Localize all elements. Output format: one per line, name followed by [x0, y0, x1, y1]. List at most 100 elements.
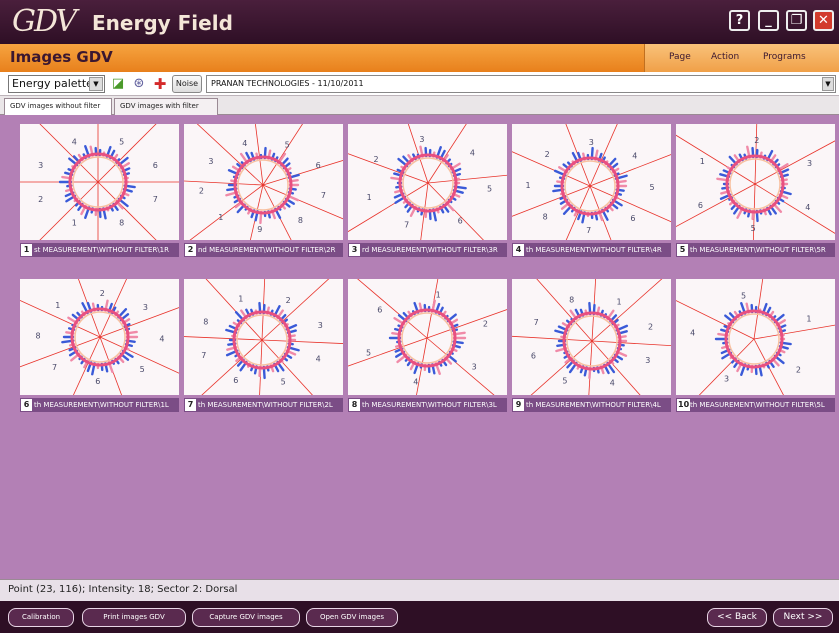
print-images-button[interactable]: Print images GDV	[82, 608, 186, 627]
capture-images-button[interactable]: Capture GDV images	[192, 608, 300, 627]
sector-number: 1	[525, 181, 530, 190]
noise-button[interactable]: Noise	[172, 75, 202, 93]
gdv-glow-image[interactable]: 1 2 3 4 5 6 7 8	[20, 279, 179, 395]
title-bar: GDV Energy Field ? _ ❐ ✕	[0, 0, 839, 44]
sector-number: 5	[366, 349, 371, 358]
sector-number: 5	[649, 183, 654, 192]
sector-number: 6	[153, 161, 158, 170]
sector-line	[184, 336, 263, 341]
help-button[interactable]: ?	[729, 10, 750, 31]
sector-number: 4	[72, 137, 77, 146]
close-button[interactable]: ✕	[813, 10, 834, 31]
gdv-image-card[interactable]: 1 2 3 4 5 th MEASUREMENT\WITHOUT FILTER\5L 10	[676, 279, 835, 415]
sector-number: 7	[201, 351, 206, 360]
sector-number: 8	[35, 331, 40, 340]
gdv-glow-image[interactable]: 1 2 3 4 5 6 7 8 9	[184, 124, 343, 240]
sector-line	[426, 337, 495, 395]
sector-line	[201, 339, 263, 395]
sector-number: 3	[318, 321, 323, 330]
sector-line	[591, 279, 663, 342]
sector-number: 2	[796, 366, 801, 375]
tab-strip: GDV images without filter GDV images wit…	[0, 96, 839, 115]
sector-line	[261, 279, 330, 341]
image-number: 2	[185, 244, 196, 256]
sector-number: 5	[140, 365, 145, 374]
sector-number: 8	[203, 317, 208, 326]
sector-line	[348, 182, 429, 233]
gdv-glow-image[interactable]: 1 2 3 4 5 6 7 8	[512, 124, 671, 240]
gdv-glow-image[interactable]: 1 2 3 4 5 6 7 8	[512, 279, 671, 395]
calibration-button[interactable]: Calibration	[8, 608, 74, 627]
minimize-button[interactable]: _	[758, 10, 779, 31]
gdv-glow-image[interactable]: 1 2 3 4 5 6 7 8	[20, 124, 179, 240]
gdv-image-card[interactable]: 1 2 3 4 5 6 7 8 9 nd MEASUREMENT\WITHOUT FILTER\2…	[184, 124, 343, 260]
sector-number: 3	[645, 356, 650, 365]
back-button[interactable]: << Back	[707, 608, 767, 627]
chevron-down-icon[interactable]: ▼	[89, 77, 103, 91]
gdv-glow-image[interactable]: 1 2 3 4 5 6	[676, 124, 835, 240]
image-number: 1	[21, 244, 32, 256]
sector-line	[427, 182, 484, 240]
sector-number: 3	[724, 374, 729, 383]
image-number: 6	[21, 399, 32, 411]
sector-number: 3	[208, 157, 213, 166]
gdv-glow-image[interactable]: 1 2 3 4 5 6 7 8	[184, 279, 343, 395]
sector-number: 4	[413, 377, 418, 386]
gdv-image-card[interactable]: 1 2 3 4 5 6 7 8 th MEASUREMENT\WITHOUT FILTER\1L…	[20, 279, 179, 415]
gdv-glow-image[interactable]: 1 2 3 4 5 6	[348, 279, 507, 395]
crosshair-icon[interactable]: ✚	[151, 75, 169, 93]
sector-number: 5	[562, 377, 567, 386]
sector-number: 2	[754, 136, 759, 145]
sector-number: 2	[483, 319, 488, 328]
gdv-image-card[interactable]: 1 2 3 4 5 6 7 8 th MEASUREMENT\WITHOUT FILTER\4L…	[512, 279, 671, 415]
menu-page[interactable]: Page	[669, 52, 691, 62]
sector-number: 3	[143, 303, 148, 312]
session-select[interactable]: PRANAN TECHNOLOGIES - 11/10/2011 ▼	[206, 75, 836, 93]
gdv-image-card[interactable]: 1 2 3 4 5 6th MEASUREMENT\WITHOUT FILTER\5R 5	[676, 124, 835, 260]
image-caption: th MEASUREMENT\WITHOUT FILTER\3L	[348, 398, 507, 412]
gdv-image-card[interactable]: 1 2 3 4 5 6 7 8 th MEASUREMENT\WITHOUT FILTER\4R…	[512, 124, 671, 260]
sector-number: 3	[472, 363, 477, 372]
sector-line	[39, 124, 99, 183]
sector-number: 5	[119, 137, 124, 146]
sector-line	[427, 174, 507, 184]
sector-number: 7	[534, 318, 539, 327]
session-value: PRANAN TECHNOLOGIES - 11/10/2011	[211, 79, 364, 88]
sector-number: 2	[648, 323, 653, 332]
target-icon[interactable]: ⊛	[130, 75, 148, 93]
gdv-image-card[interactable]: 1 2 3 4 5 6 7 8 th MEASUREMENT\WITHOUT FILTER\2L…	[184, 279, 343, 415]
image-number: 7	[185, 399, 196, 411]
tab-with-filter[interactable]: GDV images with filter	[114, 98, 218, 115]
open-images-button[interactable]: Open GDV images	[306, 608, 398, 627]
gdv-image-card[interactable]: 1 2 3 4 5 6 7 8 st MEASUREMENT\WITHOUT FILTER\1R…	[20, 124, 179, 260]
sector-line	[754, 183, 835, 234]
sector-number: 6	[630, 214, 635, 223]
tab-without-filter[interactable]: GDV images without filter	[4, 98, 112, 115]
next-button[interactable]: Next >>	[773, 608, 833, 627]
sector-line	[39, 181, 99, 240]
menu-action[interactable]: Action	[711, 52, 739, 62]
image-caption: rd MEASUREMENT\WITHOUT FILTER\3R	[348, 243, 507, 257]
sector-line	[189, 184, 264, 240]
sector-number: 6	[95, 377, 100, 386]
chevron-down-icon[interactable]: ▼	[822, 77, 834, 91]
gdv-glow-image[interactable]: 1 2 3 4 5 6 7	[348, 124, 507, 240]
sector-line	[753, 324, 835, 340]
menu-programs[interactable]: Programs	[763, 52, 806, 62]
sector-number: 1	[700, 157, 705, 166]
bottom-bar: Calibration Print images GDV Capture GDV…	[0, 601, 839, 633]
sector-number: 4	[316, 355, 321, 364]
sector-number: 4	[159, 335, 164, 344]
gdv-glow-image[interactable]: 1 2 3 4 5	[676, 279, 835, 395]
gdv-image-card[interactable]: 1 2 3 4 5 6 7rd MEASUREMENT\WITHOUT FILTER\3R 3	[348, 124, 507, 260]
palette-select[interactable]: Energy palette ▼	[8, 75, 105, 93]
image-caption: th MEASUREMENT\WITHOUT FILTER\1L	[20, 398, 179, 412]
image-number: 9	[513, 399, 524, 411]
gdv-image-card[interactable]: 1 2 3 4 5 6 th MEASUREMENT\WITHOUT FILTER\3L 8	[348, 279, 507, 415]
sector-line	[589, 154, 671, 187]
sector-number: 2	[545, 150, 550, 159]
sector-line	[99, 336, 179, 374]
palette-icon[interactable]: ◪	[109, 75, 127, 93]
maximize-button[interactable]: ❐	[786, 10, 807, 31]
app-title: Energy Field	[92, 11, 233, 35]
